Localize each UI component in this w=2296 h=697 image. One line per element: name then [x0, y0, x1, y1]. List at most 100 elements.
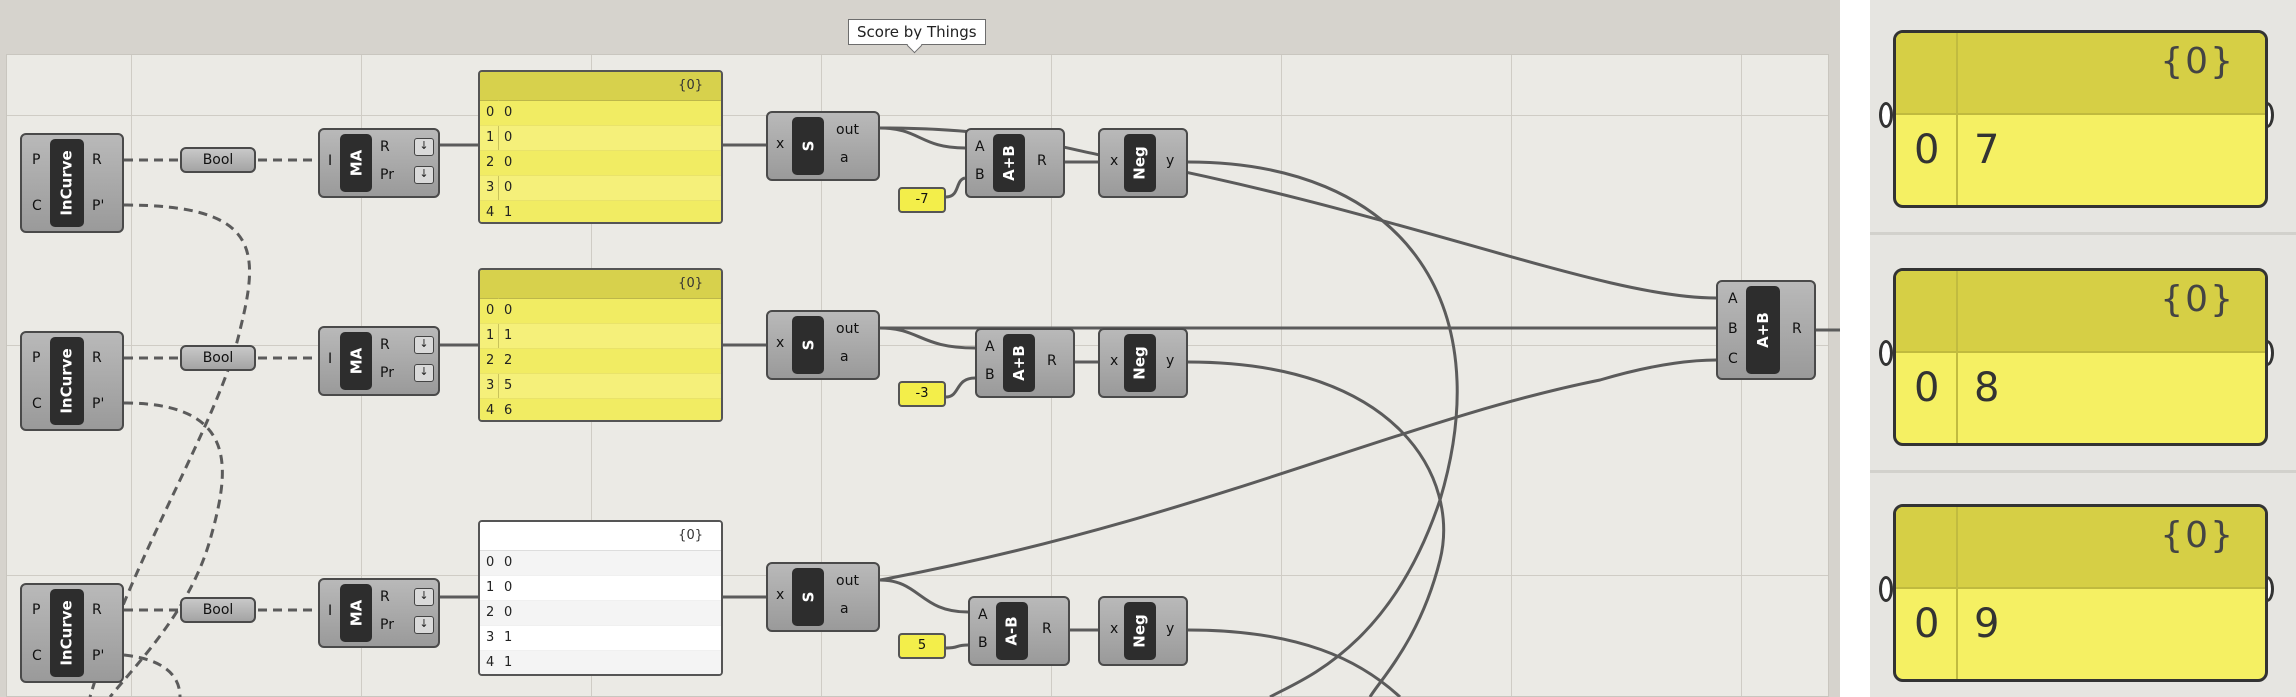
number-param-3[interactable]: 5: [898, 633, 946, 659]
output-r-label: R: [92, 602, 102, 618]
ma-tag: MA: [340, 332, 372, 390]
output-r-label: R: [380, 589, 390, 605]
split-tag: S: [792, 316, 824, 374]
result-panel-3[interactable]: {0} 0 9: [1893, 504, 2268, 682]
incurve-tag: InCurve: [50, 337, 84, 425]
subtraction-component[interactable]: A B A-B R: [968, 596, 1070, 666]
split-component-1[interactable]: x S out a: [766, 111, 880, 181]
output-r-label: R: [1042, 621, 1052, 637]
addition-component-2[interactable]: A B A+B R: [975, 328, 1075, 398]
flatten-arrow-icon[interactable]: ↓: [414, 364, 434, 382]
grasshopper-canvas[interactable]: Score by Things P C InCurve R P' Bool I …: [0, 0, 1840, 697]
output-pr-label: Pr: [380, 365, 394, 381]
output-p-label: P': [92, 648, 105, 664]
output-out-label: out: [836, 321, 859, 337]
divider: [1870, 232, 2296, 235]
negative-tag: Neg: [1124, 334, 1156, 392]
ma-component-3[interactable]: I MA R Pr ↓ ↓: [318, 578, 440, 648]
ma-component-2[interactable]: I MA R Pr ↓ ↓: [318, 326, 440, 396]
input-x-label: x: [1110, 353, 1119, 369]
panel-header: {0}: [480, 72, 721, 101]
addition-component-1[interactable]: A B A+B R: [965, 128, 1065, 198]
negative-component-2[interactable]: x Neg y: [1098, 328, 1188, 398]
negative-tag: Neg: [1124, 134, 1156, 192]
input-i-label: I: [328, 603, 333, 619]
output-out-label: out: [836, 122, 859, 138]
result-index: 0: [1914, 365, 1940, 411]
result-index: 0: [1914, 601, 1940, 647]
panel-header: {0}: [1896, 271, 2265, 353]
flatten-arrow-icon[interactable]: ↓: [414, 588, 434, 606]
input-p-label: P: [32, 350, 41, 366]
flatten-arrow-icon[interactable]: ↓: [414, 138, 434, 156]
input-p-label: P: [32, 152, 41, 168]
addition-component-final[interactable]: A B C A+B R: [1716, 280, 1816, 380]
output-y-label: y: [1166, 153, 1175, 169]
number-param-2[interactable]: -3: [898, 381, 946, 407]
split-tag: S: [792, 117, 824, 175]
image-separator: [1840, 0, 1870, 697]
output-r-label: R: [1047, 353, 1057, 369]
bool-param-1[interactable]: Bool: [180, 147, 256, 173]
result-panel-2[interactable]: {0} 0 8: [1893, 268, 2268, 446]
panel-header: {0}: [480, 522, 721, 551]
number-param-1[interactable]: -7: [898, 187, 946, 213]
input-b-label: B: [1728, 321, 1738, 337]
flatten-arrow-icon[interactable]: ↓: [414, 166, 434, 184]
result-index: 0: [1914, 127, 1940, 173]
result-value: 9: [1974, 601, 2000, 647]
bool-param-3[interactable]: Bool: [180, 597, 256, 623]
output-r-label: R: [92, 152, 102, 168]
addition-tag: A+B: [1003, 334, 1035, 392]
output-pr-label: Pr: [380, 617, 394, 633]
split-component-3[interactable]: x S out a: [766, 562, 880, 632]
input-grip-icon: [1879, 102, 1893, 128]
ma-tag: MA: [340, 134, 372, 192]
negative-component-1[interactable]: x Neg y: [1098, 128, 1188, 198]
output-y-label: y: [1166, 353, 1175, 369]
result-value: 7: [1974, 127, 2000, 173]
input-grip-icon: [1879, 576, 1893, 602]
panel-row-1[interactable]: {0} 00 10 20 30 41: [478, 70, 723, 224]
input-b-label: B: [978, 635, 988, 651]
incurve-tag: InCurve: [50, 139, 84, 227]
input-b-label: B: [985, 367, 995, 383]
panel-row-2[interactable]: {0} 00 11 22 35 46: [478, 268, 723, 422]
result-value: 8: [1974, 365, 2000, 411]
input-c-label: C: [32, 198, 42, 214]
flatten-arrow-icon[interactable]: ↓: [414, 336, 434, 354]
bool-param-2[interactable]: Bool: [180, 345, 256, 371]
input-grip-icon: [1879, 340, 1893, 366]
panel-header: {0}: [1896, 507, 2265, 589]
output-a-label: a: [840, 349, 849, 365]
divider: [1870, 470, 2296, 473]
input-a-label: A: [985, 339, 995, 355]
addition-tag: A+B: [993, 134, 1025, 192]
input-i-label: I: [328, 153, 333, 169]
output-y-label: y: [1166, 621, 1175, 637]
negative-component-3[interactable]: x Neg y: [1098, 596, 1188, 666]
input-x-label: x: [776, 335, 785, 351]
incurve-component-2[interactable]: P C InCurve R P': [20, 331, 124, 431]
input-b-label: B: [975, 167, 985, 183]
input-a-label: A: [978, 607, 988, 623]
split-component-2[interactable]: x S out a: [766, 310, 880, 380]
incurve-component-1[interactable]: P C InCurve R P': [20, 133, 124, 233]
incurve-component-3[interactable]: P C InCurve R P': [20, 583, 124, 683]
panel-header: {0}: [1896, 33, 2265, 115]
output-r-label: R: [92, 350, 102, 366]
ma-tag: MA: [340, 584, 372, 642]
panel-row-3[interactable]: {0} 00 10 20 31 41: [478, 520, 723, 676]
output-r-label: R: [1792, 321, 1802, 337]
input-x-label: x: [776, 136, 785, 152]
subtraction-tag: A-B: [996, 602, 1028, 660]
input-p-label: P: [32, 602, 41, 618]
output-out-label: out: [836, 573, 859, 589]
output-r-label: R: [1037, 153, 1047, 169]
result-panel-1[interactable]: {0} 0 7: [1893, 30, 2268, 208]
ma-component-1[interactable]: I MA R Pr ↓ ↓: [318, 128, 440, 198]
output-p-label: P': [92, 396, 105, 412]
input-i-label: I: [328, 351, 333, 367]
input-a-label: A: [975, 139, 985, 155]
flatten-arrow-icon[interactable]: ↓: [414, 616, 434, 634]
